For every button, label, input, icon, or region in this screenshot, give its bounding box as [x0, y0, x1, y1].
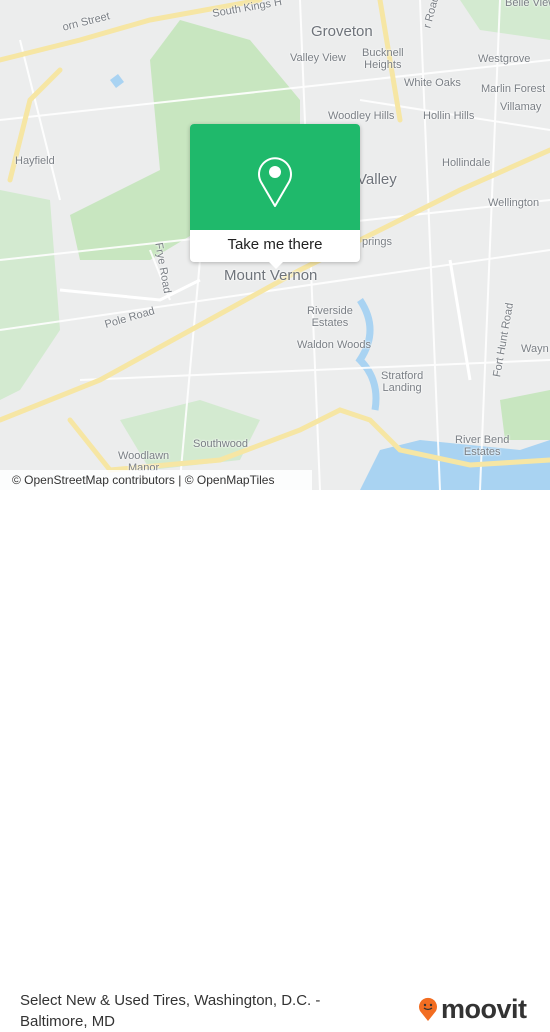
- place-label: Valley: [357, 171, 397, 188]
- place-label: Valley View: [290, 52, 346, 64]
- place-label: River Bend Estates: [455, 434, 510, 458]
- place-label: prings: [362, 236, 392, 248]
- place-label: Stratford Landing: [381, 370, 424, 394]
- place-label: Belle View: [505, 0, 550, 9]
- footer: Select New & Used Tires, Washington, D.C…: [0, 490, 550, 1030]
- place-label: Southwood: [193, 438, 249, 450]
- popup-header: [190, 124, 360, 230]
- place-label: Hollin Hills: [423, 110, 475, 122]
- take-me-there-button[interactable]: Take me there: [190, 230, 360, 262]
- map[interactable]: orn Street South Kings H Groveton r Road…: [0, 0, 550, 490]
- place-label: White Oaks: [404, 77, 461, 89]
- place-label: Villamay: [500, 101, 542, 113]
- place-label: Woodley Hills: [328, 110, 395, 122]
- popup-pointer: [268, 261, 284, 269]
- place-label-groveton: Groveton: [311, 23, 373, 40]
- place-label: Hayfield: [15, 155, 55, 167]
- moovit-wordmark: moovit: [441, 994, 527, 1024]
- place-label: Bucknell Heights: [362, 47, 404, 71]
- place-label: Westgrove: [478, 53, 531, 65]
- place-label: Marlin Forest: [481, 83, 546, 95]
- location-title: Select New & Used Tires, Washington, D.C…: [20, 992, 321, 1030]
- moovit-pin-icon: [419, 997, 437, 1021]
- map-pin-icon: [258, 157, 292, 207]
- map-attribution[interactable]: © OpenStreetMap contributors | © OpenMap…: [0, 470, 312, 490]
- place-label-mount-vernon: Mount Vernon: [224, 267, 318, 284]
- location-popup: Take me there: [190, 124, 360, 269]
- place-label: Waldon Woods: [297, 339, 371, 351]
- place-label: Hollindale: [442, 157, 491, 169]
- place-label: Riverside Estates: [307, 305, 353, 329]
- place-label: Wellington: [488, 197, 540, 209]
- place-label: Wayn: [521, 343, 549, 355]
- moovit-logo: moovit: [418, 995, 527, 1023]
